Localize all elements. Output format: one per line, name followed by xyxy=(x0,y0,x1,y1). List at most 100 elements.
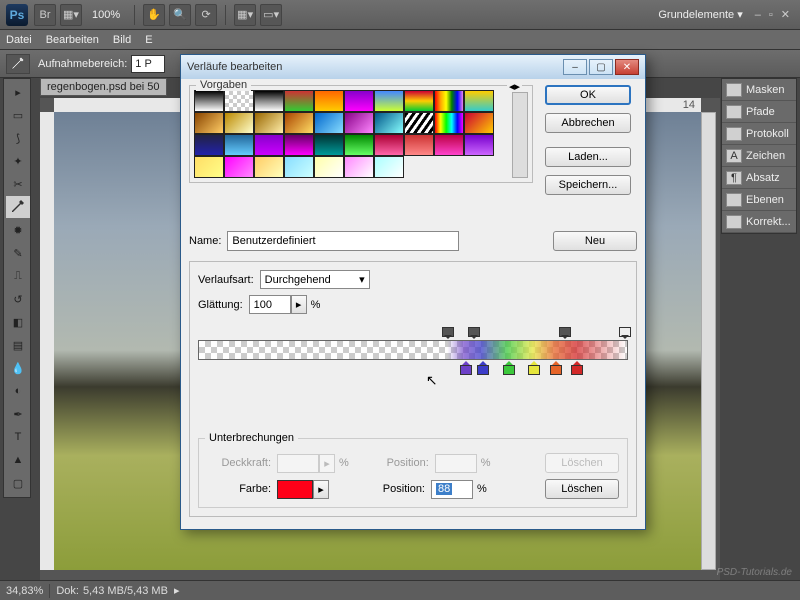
wand-tool-icon[interactable]: ✦ xyxy=(6,150,30,172)
arrange-docs-button[interactable]: ▦▾ xyxy=(234,4,256,26)
color-stop[interactable] xyxy=(571,361,581,373)
rotate-view-icon[interactable]: ⟳ xyxy=(195,4,217,26)
gradient-tool-icon[interactable]: ▤ xyxy=(6,334,30,356)
preset-swatch[interactable] xyxy=(434,112,464,134)
preset-swatch[interactable] xyxy=(314,112,344,134)
heal-tool-icon[interactable]: ✹ xyxy=(6,219,30,241)
save-button[interactable]: Speichern... xyxy=(545,175,631,195)
delete-color-stop-button[interactable]: Löschen xyxy=(545,479,619,499)
menu-layer[interactable]: E xyxy=(145,34,152,46)
name-input[interactable] xyxy=(227,231,459,251)
preset-swatch[interactable] xyxy=(284,156,314,178)
preset-swatch[interactable] xyxy=(254,90,284,112)
preset-swatch[interactable] xyxy=(314,90,344,112)
ok-button[interactable]: OK xyxy=(545,85,631,105)
crop-tool-icon[interactable]: ✂ xyxy=(6,173,30,195)
smoothness-input[interactable] xyxy=(249,295,291,314)
preset-swatch[interactable] xyxy=(284,112,314,134)
current-tool-eyedropper-icon[interactable] xyxy=(6,54,30,74)
preset-swatch[interactable] xyxy=(314,156,344,178)
preset-swatch[interactable] xyxy=(374,134,404,156)
load-button[interactable]: Laden... xyxy=(545,147,631,167)
menu-file[interactable]: Datei xyxy=(6,34,32,46)
preset-swatch[interactable] xyxy=(434,134,464,156)
zoom-tool-icon[interactable]: 🔍 xyxy=(169,4,191,26)
path-select-icon[interactable]: ▲ xyxy=(6,449,30,471)
opacity-stop[interactable] xyxy=(619,327,629,339)
preset-swatch[interactable] xyxy=(224,134,254,156)
opacity-stop[interactable] xyxy=(468,327,478,339)
blur-tool-icon[interactable]: 💧 xyxy=(6,357,30,379)
preset-swatch[interactable] xyxy=(464,112,494,134)
eyedropper-tool-icon[interactable] xyxy=(6,196,30,218)
preset-swatch[interactable] xyxy=(224,90,254,112)
minimize-icon[interactable]: – xyxy=(755,9,761,21)
preset-swatch[interactable] xyxy=(284,134,314,156)
color-stop[interactable] xyxy=(550,361,560,373)
preset-swatch[interactable] xyxy=(344,156,374,178)
shape-tool-icon[interactable]: ▢ xyxy=(6,472,30,494)
preset-swatch[interactable] xyxy=(464,90,494,112)
panel-pfade[interactable]: Pfade xyxy=(722,101,796,123)
brush-tool-icon[interactable]: ✎ xyxy=(6,242,30,264)
opacity-stop[interactable] xyxy=(559,327,569,339)
color-stop[interactable] xyxy=(528,361,538,373)
new-button[interactable]: Neu xyxy=(553,231,637,251)
status-menu-arrow-icon[interactable]: ▸ xyxy=(174,584,180,597)
bridge-button[interactable]: Br xyxy=(34,4,56,26)
panel-korrekturen[interactable]: Korrekt... xyxy=(722,211,796,233)
preset-swatch[interactable] xyxy=(404,134,434,156)
preset-swatch[interactable] xyxy=(194,134,224,156)
color-stop[interactable] xyxy=(460,361,470,373)
menu-image[interactable]: Bild xyxy=(113,34,131,46)
preset-swatch[interactable] xyxy=(254,134,284,156)
marquee-tool-icon[interactable]: ▭ xyxy=(6,104,30,126)
opacity-stop[interactable] xyxy=(442,327,452,339)
stamp-tool-icon[interactable]: ⎍ xyxy=(6,265,30,287)
preset-swatch[interactable] xyxy=(194,156,224,178)
preset-swatch[interactable] xyxy=(374,156,404,178)
menu-edit[interactable]: Bearbeiten xyxy=(46,34,99,46)
preset-swatch[interactable] xyxy=(404,112,434,134)
status-zoom[interactable]: 34,83% xyxy=(6,585,43,597)
preset-swatch[interactable] xyxy=(404,90,434,112)
hand-tool-icon[interactable]: ✋ xyxy=(143,4,165,26)
preset-swatch[interactable] xyxy=(224,112,254,134)
zoom-level[interactable]: 100% xyxy=(92,9,120,21)
preset-swatch[interactable] xyxy=(254,112,284,134)
cancel-button[interactable]: Abbrechen xyxy=(545,113,631,133)
scrollbar-vertical[interactable] xyxy=(701,112,716,570)
preset-swatch[interactable] xyxy=(374,112,404,134)
close-icon[interactable]: ✕ xyxy=(781,8,790,21)
panel-masken[interactable]: Masken xyxy=(722,79,796,101)
preset-swatch[interactable] xyxy=(374,90,404,112)
move-tool-icon[interactable]: ▸ xyxy=(6,81,30,103)
screen-mode-button[interactable]: ▭▾ xyxy=(260,4,282,26)
preset-swatch[interactable] xyxy=(254,156,284,178)
type-tool-icon[interactable]: T xyxy=(6,426,30,448)
preset-scrollbar[interactable] xyxy=(512,92,528,178)
eraser-tool-icon[interactable]: ◧ xyxy=(6,311,30,333)
preset-swatch[interactable] xyxy=(224,156,254,178)
panel-ebenen[interactable]: Ebenen xyxy=(722,189,796,211)
preset-swatch[interactable] xyxy=(434,90,464,112)
gradient-type-select[interactable]: Durchgehend▾ xyxy=(260,270,370,289)
maximize-button[interactable]: ▢ xyxy=(589,59,613,75)
gradient-ramp[interactable]: ↖ xyxy=(198,328,628,380)
preset-swatch[interactable] xyxy=(194,112,224,134)
pen-tool-icon[interactable]: ✒ xyxy=(6,403,30,425)
sample-size-select[interactable]: 1 P xyxy=(131,55,165,73)
panel-absatz[interactable]: ¶Absatz xyxy=(722,167,796,189)
dialog-title-bar[interactable]: Verläufe bearbeiten – ▢ ✕ xyxy=(181,55,645,79)
smoothness-stepper[interactable]: ▸ xyxy=(291,295,307,314)
panel-protokoll[interactable]: Protokoll xyxy=(722,123,796,145)
preset-swatch[interactable] xyxy=(194,90,224,112)
color-stop[interactable] xyxy=(477,361,487,373)
history-brush-icon[interactable]: ↺ xyxy=(6,288,30,310)
preset-swatch[interactable] xyxy=(464,134,494,156)
color-menu-button[interactable]: ▸ xyxy=(313,480,329,499)
preset-swatch[interactable] xyxy=(344,134,374,156)
workspace-switcher[interactable]: Grundelemente ▾ xyxy=(658,8,742,21)
minimize-button[interactable]: – xyxy=(563,59,587,75)
dodge-tool-icon[interactable]: ◐ xyxy=(6,380,30,402)
